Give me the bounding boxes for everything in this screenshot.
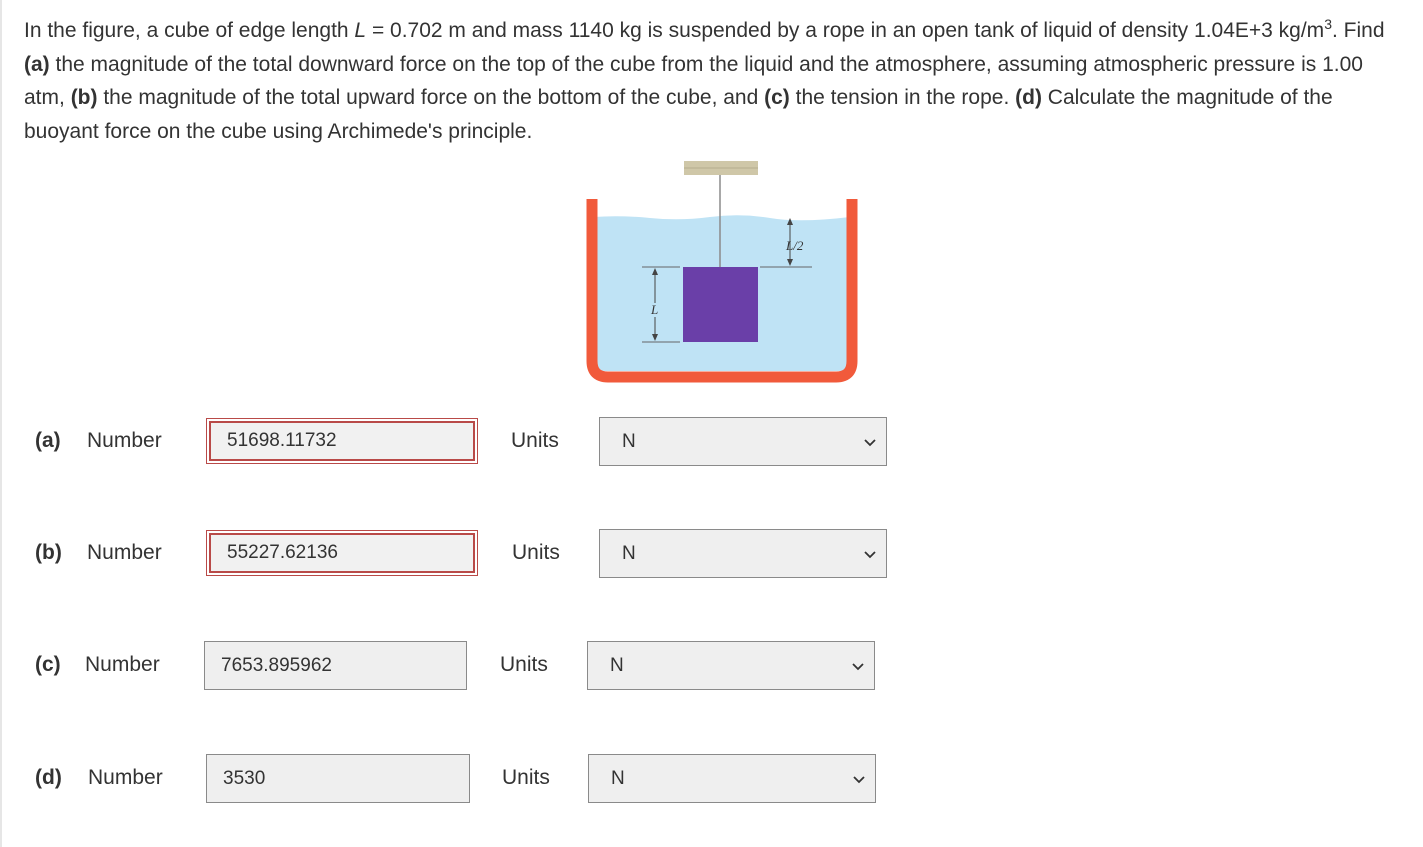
part-c-marker: (c) bbox=[764, 86, 790, 109]
answer-input-c[interactable]: 7653.895962 bbox=[204, 641, 467, 690]
units-select-value: N bbox=[622, 542, 636, 564]
units-label-d: Units bbox=[502, 766, 550, 789]
question-text-segment: = 0.702 m and mass 1140 kg is suspended … bbox=[366, 19, 1325, 42]
question-text-segment: the tension in the rope. bbox=[789, 86, 1016, 109]
label-half-depth: L/2 bbox=[785, 238, 804, 253]
part-label-c: (c) bbox=[35, 653, 61, 676]
question-text-segment: . Find bbox=[1331, 19, 1385, 42]
answer-input-b[interactable]: 55227.62136 bbox=[206, 530, 478, 576]
part-b-marker: (b) bbox=[70, 86, 98, 109]
answer-row-c: (c) Number 7653.895962 Units N bbox=[0, 641, 900, 691]
units-select-a[interactable]: N bbox=[599, 417, 887, 466]
units-select-d[interactable]: N bbox=[588, 754, 876, 803]
part-label-a: (a) bbox=[35, 429, 61, 452]
units-label-c: Units bbox=[500, 653, 548, 676]
answer-input-a[interactable]: 51698.11732 bbox=[206, 418, 478, 464]
units-label-b: Units bbox=[512, 541, 560, 564]
units-select-value: N bbox=[611, 767, 625, 789]
part-label-d: (d) bbox=[35, 766, 62, 789]
answer-row-d: (d) Number 3530 Units N bbox=[0, 754, 900, 804]
number-label-a: Number bbox=[87, 429, 162, 452]
number-label-b: Number bbox=[87, 541, 162, 564]
part-a-marker: (a) bbox=[24, 52, 50, 76]
chevron-down-icon bbox=[852, 663, 864, 671]
units-select-c[interactable]: N bbox=[587, 641, 875, 690]
answer-row-a: (a) Number 51698.11732 Units N bbox=[0, 417, 900, 467]
units-label-a: Units bbox=[511, 429, 559, 452]
label-edge-length: L bbox=[650, 302, 658, 317]
part-d-marker: (d) bbox=[1015, 86, 1042, 109]
question-text-segment: the magnitude of the total upward force … bbox=[97, 86, 765, 109]
number-label-d: Number bbox=[88, 766, 163, 789]
question-text: In the figure, a cube of edge length L =… bbox=[24, 14, 1404, 148]
chevron-down-icon bbox=[864, 439, 876, 447]
units-select-b[interactable]: N bbox=[599, 529, 887, 578]
chevron-down-icon bbox=[853, 776, 865, 784]
variable-L: L bbox=[354, 19, 367, 42]
question-text-segment: In the figure, a cube of edge length bbox=[24, 19, 355, 42]
chevron-down-icon bbox=[864, 551, 876, 559]
superscript-3: 3 bbox=[1324, 16, 1332, 32]
tank-figure: L/2 L bbox=[586, 161, 858, 383]
number-label-c: Number bbox=[85, 653, 160, 676]
units-select-value: N bbox=[622, 430, 636, 452]
part-label-b: (b) bbox=[35, 541, 62, 564]
units-select-value: N bbox=[610, 654, 624, 676]
cube bbox=[683, 267, 758, 342]
answer-input-d[interactable]: 3530 bbox=[206, 754, 470, 803]
answer-row-b: (b) Number 55227.62136 Units N bbox=[0, 529, 900, 579]
